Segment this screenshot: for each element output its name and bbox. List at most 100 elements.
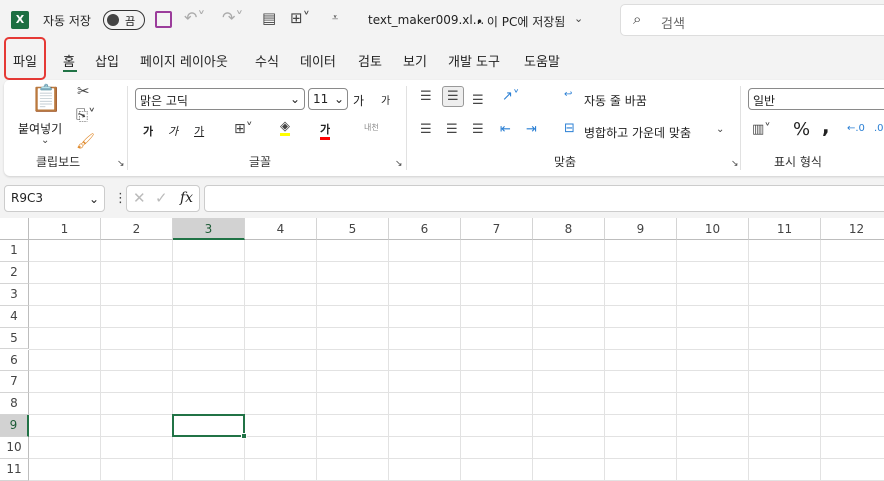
dialog-launcher-icon[interactable]: ↘ xyxy=(395,160,403,169)
file-name[interactable]: text_maker009.xl... xyxy=(368,13,484,27)
align-middle-icon[interactable]: ☰ xyxy=(442,86,464,107)
accounting-format-icon[interactable]: ▥˅ xyxy=(752,123,771,136)
select-all-corner[interactable] xyxy=(0,218,29,240)
column-header[interactable]: 11 xyxy=(749,218,821,240)
align-bottom-icon[interactable]: ☰ xyxy=(472,94,484,107)
redo-icon[interactable]: ↷˅ xyxy=(222,10,243,26)
row-header[interactable]: 7 xyxy=(0,371,29,394)
borders-icon[interactable]: ⊞˅ xyxy=(234,122,253,136)
bold-button[interactable]: 가 xyxy=(143,123,153,139)
tab-developer[interactable]: 개발 도구 xyxy=(448,51,500,70)
shrink-font-button[interactable]: 가 xyxy=(381,92,390,107)
divider xyxy=(740,86,741,170)
chevron-down-icon[interactable]: ⌄ xyxy=(574,13,583,24)
copy-icon[interactable]: ⎘˅ xyxy=(76,108,96,123)
spreadsheet-grid[interactable]: 1 2 3 4 5 6 7 8 9 10 11 12 1 2 3 4 5 6 7 8 9 10 11 xyxy=(0,218,884,481)
gridline xyxy=(29,326,884,328)
selected-cell[interactable] xyxy=(172,414,247,440)
format-painter-icon[interactable]: 🖌 xyxy=(76,134,95,149)
autosave-toggle[interactable]: 끔 xyxy=(103,10,145,30)
tab-view[interactable]: 보기 xyxy=(403,51,427,70)
column-header[interactable]: 12 xyxy=(821,218,884,240)
formula-input[interactable] xyxy=(204,185,884,212)
decrease-indent-icon[interactable]: ⇤ xyxy=(500,123,511,136)
column-header[interactable]: 10 xyxy=(677,218,749,240)
decrease-decimal-icon[interactable]: .0→ xyxy=(874,124,884,134)
dialog-launcher-icon[interactable]: ↘ xyxy=(117,160,125,169)
italic-button[interactable]: 가 xyxy=(168,123,178,139)
undo-icon[interactable]: ↶˅ xyxy=(184,10,205,26)
phonetic-button[interactable]: 내천 xyxy=(364,122,379,133)
row-header[interactable]: 11 xyxy=(0,459,29,481)
fill-handle[interactable] xyxy=(241,433,247,440)
row-header[interactable]: 8 xyxy=(0,393,29,416)
divider xyxy=(127,86,128,170)
fill-color-icon[interactable]: ◈ xyxy=(280,120,290,136)
tab-insert[interactable]: 삽입 xyxy=(95,51,119,70)
save-status[interactable]: • 이 PC에 저장됨 xyxy=(476,13,565,30)
wrap-text-button[interactable]: 자동 줄 바꿈 xyxy=(584,92,647,109)
tab-help[interactable]: 도움말 xyxy=(524,51,560,70)
row-header[interactable]: 2 xyxy=(0,261,29,284)
row-header[interactable]: 9 xyxy=(0,415,29,438)
save-icon[interactable] xyxy=(155,11,172,28)
column-header[interactable]: 6 xyxy=(389,218,461,240)
column-header[interactable]: 8 xyxy=(533,218,605,240)
gridline xyxy=(29,348,884,350)
row-header[interactable]: 1 xyxy=(0,240,29,262)
grow-font-button[interactable]: 가 xyxy=(353,92,364,109)
enter-icon[interactable]: ✓ xyxy=(155,191,168,206)
merge-center-icon[interactable]: ⊟ xyxy=(564,122,575,135)
paste-button[interactable]: 📋 붙여넣기 ⌄ xyxy=(14,84,70,148)
row-header[interactable]: 5 xyxy=(0,327,29,350)
gridline xyxy=(820,240,821,481)
merge-center-button[interactable]: 병합하고 가운데 맞춤 xyxy=(584,124,691,141)
font-name-value: 맑은 고딕 xyxy=(140,94,188,108)
underline-button[interactable]: 가 xyxy=(194,123,204,139)
comma-button[interactable]: , xyxy=(822,114,830,138)
wrap-text-icon[interactable]: ↩ xyxy=(564,90,572,100)
column-header[interactable]: 2 xyxy=(101,218,173,240)
cut-icon[interactable]: ✂ xyxy=(77,84,90,99)
column-header[interactable]: 5 xyxy=(317,218,389,240)
tab-review[interactable]: 검토 xyxy=(358,51,382,70)
align-right-icon[interactable]: ☰ xyxy=(472,123,484,136)
align-top-icon[interactable]: ☰ xyxy=(420,90,432,103)
font-size-select[interactable]: 11 ⌄ xyxy=(308,88,348,110)
gridline xyxy=(29,392,884,394)
row-header[interactable]: 3 xyxy=(0,283,29,306)
number-format-select[interactable]: 일반 xyxy=(748,88,884,110)
font-name-select[interactable]: 맑은 고딕 ⌄ xyxy=(135,88,305,110)
column-header[interactable]: 9 xyxy=(605,218,677,240)
row-header[interactable]: 4 xyxy=(0,305,29,328)
column-header[interactable]: 3 xyxy=(173,218,245,240)
insert-function-button[interactable]: fx xyxy=(180,190,193,206)
column-header[interactable]: 1 xyxy=(29,218,101,240)
form-icon[interactable]: ▤ xyxy=(262,11,276,26)
name-box[interactable]: R9C3 ⌄ xyxy=(4,185,105,212)
search-input[interactable]: ⌕ 검색 xyxy=(620,4,884,36)
dialog-launcher-icon[interactable]: ↘ xyxy=(731,160,739,169)
row-header[interactable]: 10 xyxy=(0,437,29,459)
customize-qat-icon[interactable]: ⩡ xyxy=(332,12,338,23)
tab-formulas[interactable]: 수식 xyxy=(255,51,279,70)
percent-button[interactable]: % xyxy=(793,119,810,140)
chevron-down-icon[interactable]: ⌄ xyxy=(716,125,724,135)
tab-data[interactable]: 데이터 xyxy=(300,51,336,70)
align-center-icon[interactable]: ☰ xyxy=(446,123,458,136)
number-format-value: 일반 xyxy=(753,94,776,108)
row-header[interactable]: 6 xyxy=(0,349,29,372)
column-header[interactable]: 4 xyxy=(245,218,317,240)
orientation-icon[interactable]: ↗˅ xyxy=(502,90,519,103)
cancel-icon[interactable]: ✕ xyxy=(133,191,146,206)
tab-home[interactable]: 홈 xyxy=(63,51,75,70)
column-header[interactable]: 7 xyxy=(461,218,533,240)
gridline xyxy=(172,240,173,481)
tab-page-layout[interactable]: 페이지 레이아웃 xyxy=(140,51,228,70)
align-left-icon[interactable]: ☰ xyxy=(420,123,432,136)
increase-decimal-icon[interactable]: ←.0 xyxy=(847,124,865,134)
tab-file[interactable]: 파일 xyxy=(13,51,37,70)
borders-icon[interactable]: ⊞˅ xyxy=(290,11,310,26)
increase-indent-icon[interactable]: ⇥ xyxy=(526,123,537,136)
font-color-button[interactable]: 가 xyxy=(320,121,331,140)
